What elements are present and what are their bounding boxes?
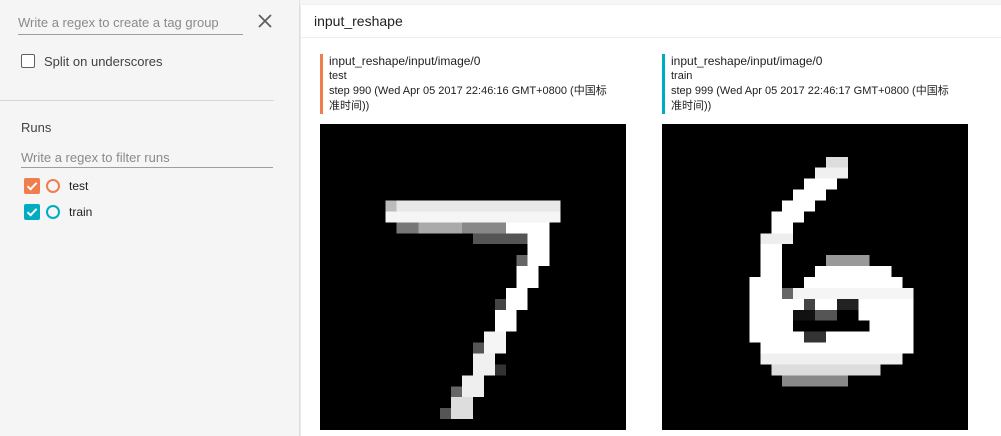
clear-regex-button[interactable]	[256, 12, 274, 30]
main-panel: input_reshape input_reshape/input/image/…	[301, 0, 1001, 436]
run-color-radio-test[interactable]	[46, 179, 60, 193]
image-card-train: input_reshape/input/image/0 train step 9…	[643, 54, 968, 430]
split-underscores-label: Split on underscores	[44, 53, 163, 69]
card-title[interactable]: input_reshape	[314, 13, 403, 29]
card-title-divider	[301, 37, 1001, 38]
image-meta-test: input_reshape/input/image/0 test step 99…	[320, 54, 616, 114]
image-tag: input_reshape/input/image/0	[671, 54, 823, 68]
image-card-test: input_reshape/input/image/0 test step 99…	[301, 54, 626, 430]
run-item-train[interactable]: train	[24, 203, 92, 221]
runs-filter-input[interactable]	[21, 147, 273, 168]
tag-regex-row	[18, 10, 280, 36]
image-tag: input_reshape/input/image/0	[329, 54, 481, 68]
check-icon	[26, 182, 38, 191]
run-color-radio-train[interactable]	[46, 205, 60, 219]
image-step: step 990 (Wed Apr 05 2017 22:46:16 GMT+0…	[329, 85, 607, 112]
close-icon	[258, 14, 272, 28]
sidebar: Split on underscores Runs test train	[0, 0, 300, 436]
check-icon	[26, 208, 38, 217]
image-run: train	[671, 70, 693, 82]
tag-group-card: input_reshape input_reshape/input/image/…	[301, 5, 1001, 436]
run-label-test: test	[69, 179, 89, 193]
digit-image-test[interactable]	[320, 124, 626, 430]
run-item-test[interactable]: test	[24, 177, 88, 195]
run-checkbox-train[interactable]	[24, 204, 40, 220]
run-label-train: train	[69, 205, 93, 219]
digit-image-train[interactable]	[662, 124, 968, 430]
image-meta-train: input_reshape/input/image/0 train step 9…	[662, 54, 958, 114]
image-run: test	[329, 70, 347, 82]
run-checkbox-test[interactable]	[24, 178, 40, 194]
split-underscores-checkbox[interactable]	[21, 54, 35, 68]
split-underscores-row[interactable]: Split on underscores	[21, 52, 163, 70]
tag-regex-input[interactable]	[18, 10, 243, 35]
sidebar-divider	[0, 100, 274, 101]
runs-title: Runs	[21, 120, 52, 135]
image-step: step 999 (Wed Apr 05 2017 22:46:17 GMT+0…	[671, 85, 949, 112]
